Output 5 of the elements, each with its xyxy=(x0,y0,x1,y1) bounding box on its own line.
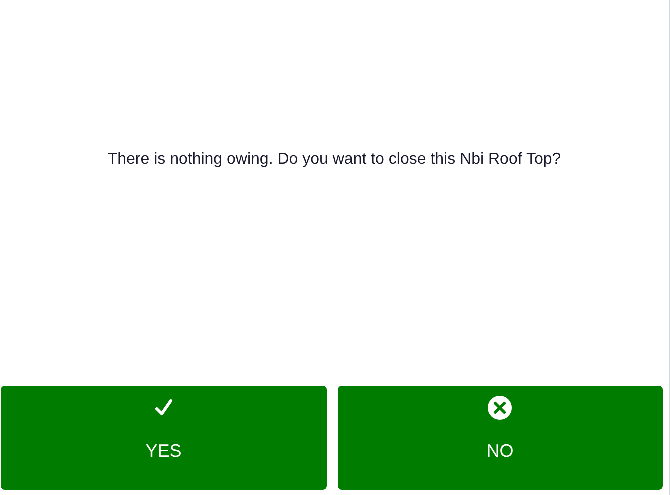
checkmark-icon xyxy=(154,398,174,418)
yes-button[interactable]: YES xyxy=(1,386,326,490)
close-icon xyxy=(487,395,514,421)
dialog-message: There is nothing owing. Do you want to close this Nbi Roof Top? xyxy=(108,150,562,170)
no-button[interactable]: NO xyxy=(338,386,663,490)
